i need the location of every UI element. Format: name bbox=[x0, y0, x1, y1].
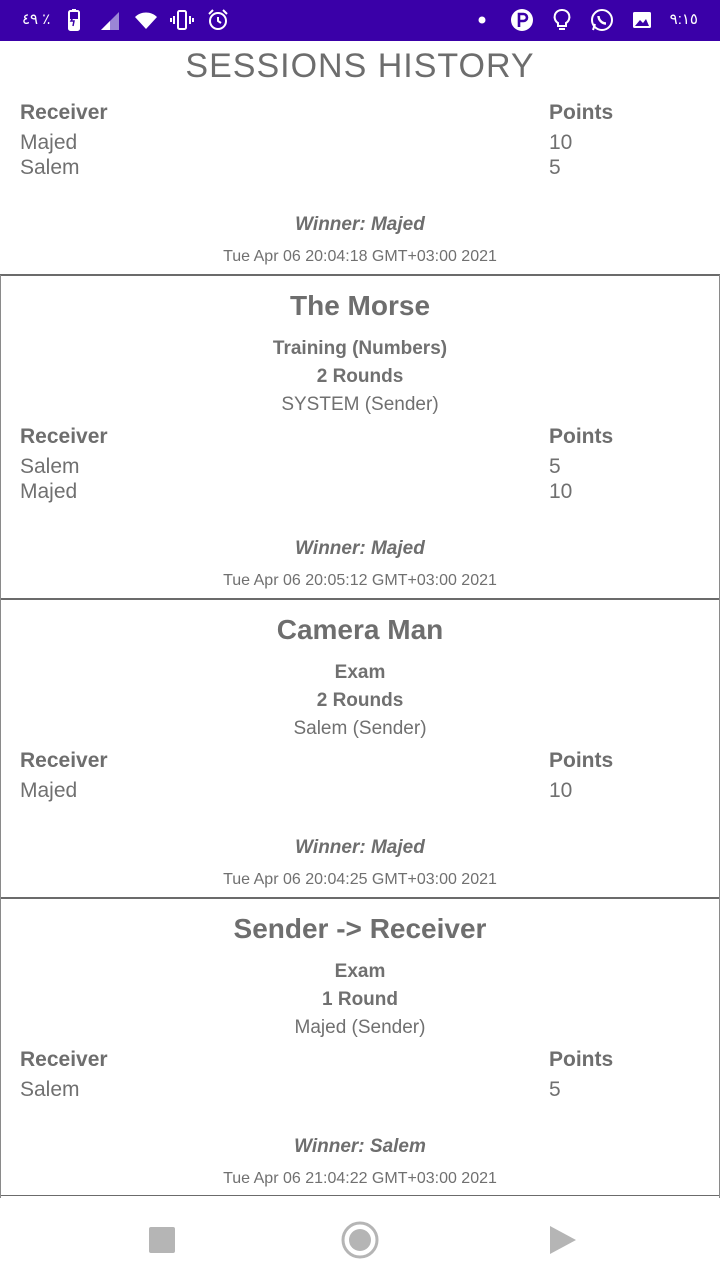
card-divider bbox=[0, 897, 720, 899]
wifi-icon bbox=[134, 8, 158, 32]
receiver-name: Majed bbox=[20, 779, 78, 802]
receiver-points: 10 bbox=[549, 779, 573, 802]
receiver-header: Receiver bbox=[20, 101, 108, 124]
receiver-points: 5 bbox=[549, 455, 561, 478]
battery-icon bbox=[62, 8, 86, 32]
receiver-name: Salem bbox=[20, 455, 80, 478]
winner-label: Winner: Majed bbox=[295, 214, 425, 235]
clock-time: ٩:١٥ bbox=[669, 11, 698, 28]
session-rounds: 2 Rounds bbox=[316, 690, 404, 711]
session-mode: Exam bbox=[334, 961, 386, 982]
session-timestamp: Tue Apr 06 20:05:12 GMT+03:00 2021 bbox=[223, 572, 497, 589]
session-sender: Salem (Sender) bbox=[293, 718, 427, 739]
battery-percent: ٤٩ ٪ bbox=[22, 11, 51, 28]
bulb-icon bbox=[550, 8, 574, 32]
navigation-bar bbox=[0, 1198, 720, 1280]
play-triangle-icon[interactable] bbox=[540, 1218, 584, 1262]
session-timestamp: Tue Apr 06 20:04:25 GMT+03:00 2021 bbox=[223, 871, 497, 888]
receiver-name: Majed bbox=[20, 480, 78, 503]
receiver-header: Receiver bbox=[20, 425, 108, 448]
receiver-points: 5 bbox=[549, 1078, 561, 1101]
receiver-header: Receiver bbox=[20, 749, 108, 772]
home-circle-icon[interactable] bbox=[338, 1218, 382, 1262]
session-sender: Majed (Sender) bbox=[294, 1017, 426, 1038]
winner-label: Winner: Majed bbox=[295, 538, 425, 559]
session-timestamp: Tue Apr 06 21:04:22 GMT+03:00 2021 bbox=[223, 1170, 497, 1187]
dot-icon bbox=[470, 8, 494, 32]
signal-icon bbox=[98, 8, 122, 32]
card-divider bbox=[0, 1195, 720, 1196]
receiver-points: 10 bbox=[549, 480, 573, 503]
session-title: The Morse bbox=[289, 290, 431, 321]
receiver-name: Salem bbox=[20, 1078, 80, 1101]
points-header: Points bbox=[549, 101, 614, 124]
session-title: Sender -> Receiver bbox=[233, 913, 487, 944]
session-mode: Training (Numbers) bbox=[272, 338, 448, 359]
winner-label: Winner: Majed bbox=[295, 837, 425, 858]
session-timestamp: Tue Apr 06 20:04:18 GMT+03:00 2021 bbox=[223, 248, 497, 265]
card-divider bbox=[0, 274, 720, 276]
points-header: Points bbox=[549, 749, 614, 772]
receiver-points: 10 bbox=[549, 131, 573, 154]
page-title: SESSIONS HISTORY bbox=[0, 44, 720, 88]
session-title: Camera Man bbox=[276, 614, 444, 645]
session-rounds: 2 Rounds bbox=[316, 366, 404, 387]
gallery-icon bbox=[630, 8, 654, 32]
vibrate-icon bbox=[170, 8, 195, 32]
winner-label: Winner: Salem bbox=[294, 1136, 426, 1157]
status-bar: ٤٩ ٪ ٩:١٥ bbox=[0, 0, 720, 41]
alarm-icon bbox=[206, 8, 230, 32]
whatsapp-icon bbox=[590, 8, 614, 32]
session-rounds: 1 Round bbox=[322, 989, 398, 1010]
receiver-name: Salem bbox=[20, 156, 80, 179]
card-divider bbox=[0, 598, 720, 600]
receiver-points: 5 bbox=[549, 156, 561, 179]
stop-square-icon[interactable] bbox=[140, 1218, 184, 1262]
session-sender: SYSTEM (Sender) bbox=[281, 394, 439, 415]
session-mode: Exam bbox=[334, 662, 386, 683]
points-header: Points bbox=[549, 425, 614, 448]
card-border-left bbox=[0, 275, 1, 1199]
p-app-icon bbox=[510, 8, 534, 32]
receiver-name: Majed bbox=[20, 131, 78, 154]
receiver-header: Receiver bbox=[20, 1048, 108, 1071]
points-header: Points bbox=[549, 1048, 614, 1071]
